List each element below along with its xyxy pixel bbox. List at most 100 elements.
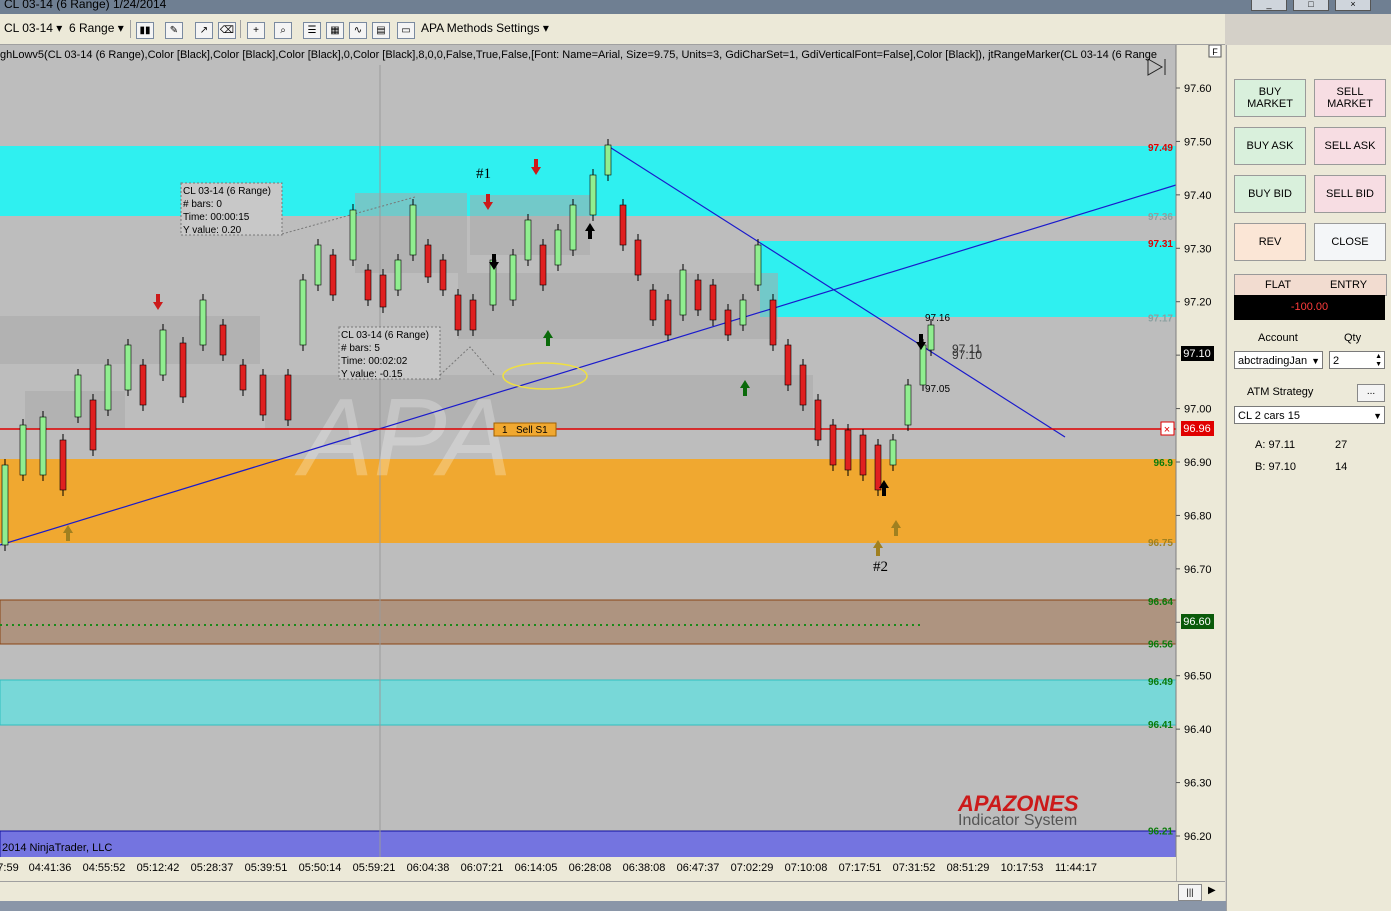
- candle-body: [539, 244, 547, 286]
- price-tick-label: 96.70: [1184, 564, 1212, 576]
- price-tick-label: 97.60: [1184, 83, 1212, 95]
- price-tick-label: 97.00: [1184, 404, 1212, 416]
- format-icon-glyph: F: [1212, 47, 1218, 57]
- current-price-text: 97.10: [1183, 348, 1211, 360]
- measure-box: CL 03-14 (6 Range) # bars: 5 Time: 00:02:0…: [338, 326, 441, 380]
- zone-label: 97.49: [1148, 143, 1173, 154]
- buy-market-button[interactable]: BUY MARKET: [1234, 79, 1306, 117]
- atm-strategy-value: CL 2 cars 15: [1238, 410, 1300, 422]
- sell-order-name: Sell S1: [516, 425, 548, 436]
- maximize-icon[interactable]: □: [1293, 0, 1329, 11]
- price-tick-label: 97.50: [1184, 136, 1212, 148]
- sell-ask-button[interactable]: SELL ASK: [1314, 127, 1386, 165]
- resistance-zone-2: [760, 241, 1176, 317]
- time-tick-label: 07:31:52: [893, 862, 936, 874]
- zone-label: 96.41: [1148, 720, 1173, 731]
- zone-label: 96.64: [1148, 597, 1173, 608]
- candle-body: [799, 364, 807, 406]
- pnl-display: -100.00: [1234, 295, 1385, 320]
- period-selector[interactable]: 6 Range ▾: [69, 21, 124, 35]
- close-position-button[interactable]: CLOSE: [1314, 223, 1386, 261]
- scroll-right-icon[interactable]: ▶: [1208, 885, 1216, 896]
- close-window-icon[interactable]: ×: [1335, 0, 1371, 11]
- scroll-thumb[interactable]: |||: [1178, 884, 1202, 901]
- pin-icon[interactable]: ↗: [195, 22, 213, 39]
- eraser-icon[interactable]: ⌫: [218, 22, 236, 39]
- buy-bid-button[interactable]: BUY BID: [1234, 175, 1306, 213]
- atm-strategy-select[interactable]: CL 2 cars 15 ▼: [1234, 406, 1385, 424]
- time-tick-label: 05:28:37: [191, 862, 234, 874]
- zone-label: 97.17: [1148, 314, 1173, 325]
- candle-body: [424, 244, 432, 278]
- measure-box-line: Time: 00:00:15: [183, 212, 250, 223]
- candle-body: [179, 342, 187, 398]
- zone-label: 97.31: [1148, 239, 1173, 250]
- candle-body: [239, 364, 247, 391]
- ask-row-label: A: 97.11: [1255, 439, 1296, 451]
- label-2: #2: [873, 559, 888, 575]
- sell-order-price-text: 96.96: [1183, 423, 1211, 435]
- crosshair-icon[interactable]: +: [247, 22, 265, 39]
- bar-style-icon[interactable]: ▮▮: [136, 22, 154, 39]
- properties-icon[interactable]: ☰: [303, 22, 321, 39]
- bid-overlay-label: 97.10: [952, 348, 982, 362]
- chart-canvas[interactable]: APA 97.60 97.50 97.40 97.30 97.20 97.10 97.00 9…: [0, 45, 1225, 881]
- watermark-logo: APA: [294, 376, 512, 499]
- position-status-row: FLAT ENTRY: [1234, 274, 1387, 296]
- candle-body: [509, 254, 517, 301]
- toolbar-divider: [240, 20, 241, 38]
- atm-options-button[interactable]: ...: [1357, 384, 1385, 402]
- strategies-icon[interactable]: ∿: [349, 22, 367, 39]
- candle-body: [649, 289, 657, 321]
- buy-bid-label: BUY BID: [1248, 188, 1292, 200]
- candle-body: [454, 294, 462, 331]
- sell-bid-button[interactable]: SELL BID: [1314, 175, 1386, 213]
- measure-box-line: CL 03-14 (6 Range): [183, 186, 271, 197]
- account-label: Account: [1258, 332, 1298, 344]
- candle-body: [889, 439, 897, 466]
- time-tick-label: 08:51:29: [947, 862, 990, 874]
- measure-box-line: CL 03-14 (6 Range): [341, 330, 429, 341]
- qty-stepper[interactable]: 2 ▲ ▼: [1329, 351, 1385, 369]
- candle-body: [74, 374, 82, 418]
- candle-body: [679, 269, 687, 316]
- apa-settings-menu[interactable]: APA Methods Settings ▾: [421, 21, 549, 35]
- taskbar-strip: [0, 901, 1226, 911]
- buy-ask-label: BUY ASK: [1246, 140, 1294, 152]
- candle-body: [379, 274, 387, 308]
- price-chart[interactable]: APA 97.60 97.50 97.40 97.30 97.20 97.10 97.00 9…: [0, 45, 1225, 881]
- sell-market-button[interactable]: SELL MARKET: [1314, 79, 1386, 117]
- indicators-icon[interactable]: ▦: [326, 22, 344, 39]
- account-select[interactable]: abctradingJan ▼: [1234, 351, 1323, 369]
- support-zone-3: [0, 679, 1177, 726]
- measure-line: [439, 346, 496, 377]
- toolbar-divider: [130, 20, 131, 38]
- measure-box-line: # bars: 5: [341, 343, 380, 354]
- spinner-icon[interactable]: ▲ ▼: [1375, 353, 1382, 369]
- support-zone-2: [0, 599, 1177, 645]
- apa-settings-label: APA Methods Settings: [421, 21, 540, 35]
- zoom-icon[interactable]: ⌕: [274, 22, 292, 39]
- instrument-selector[interactable]: CL 03-14 ▾: [4, 21, 62, 35]
- data-box-icon[interactable]: ▤: [372, 22, 390, 39]
- settings-doc-icon[interactable]: ▭: [397, 22, 415, 39]
- play-icon[interactable]: [1147, 58, 1164, 76]
- time-tick-label: 10:17:53: [1001, 862, 1044, 874]
- pencil-icon[interactable]: ✎: [165, 22, 183, 39]
- time-axis[interactable]: 7:59 04:41:36 04:55:52 05:12:42 05:28:37 05:3…: [0, 862, 1097, 874]
- chart-scrollbar[interactable]: ||| ▶: [0, 881, 1225, 902]
- green-level-text: 96.60: [1183, 616, 1211, 628]
- measure-box-line: Time: 00:02:02: [341, 356, 408, 367]
- sell-signal-arrow-icon: [153, 294, 163, 310]
- candle-body: [664, 299, 672, 336]
- cancel-order-x[interactable]: ×: [1164, 424, 1170, 436]
- time-tick-label: 07:10:08: [785, 862, 828, 874]
- minimize-icon[interactable]: _: [1251, 0, 1287, 11]
- window-title: CL 03-14 (6 Range) 1/24/2014: [4, 0, 167, 11]
- reverse-button[interactable]: REV: [1234, 223, 1306, 261]
- time-tick-label: 06:28:08: [569, 862, 612, 874]
- bid-row-label: B: 97.10: [1255, 461, 1296, 473]
- candle-body: [259, 374, 267, 416]
- candle-body: [139, 364, 147, 406]
- buy-ask-button[interactable]: BUY ASK: [1234, 127, 1306, 165]
